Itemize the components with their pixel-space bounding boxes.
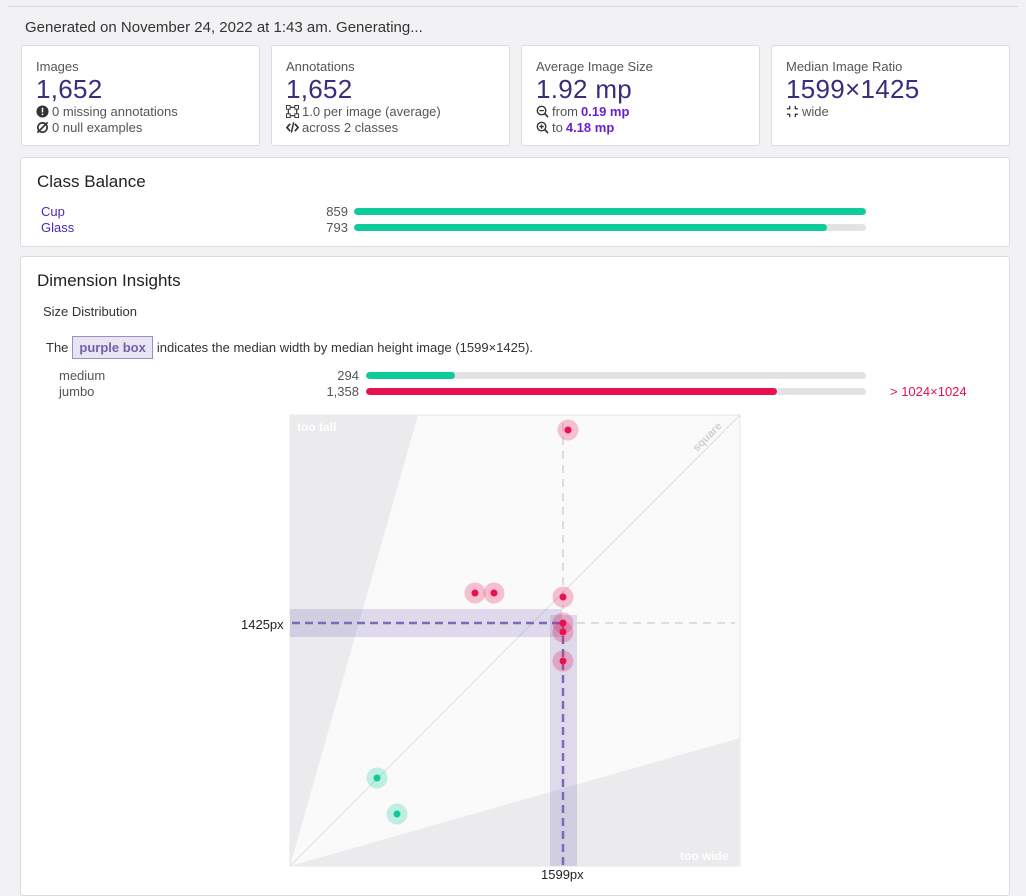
size-bar-track <box>366 372 866 379</box>
size-bar-track <box>366 388 866 395</box>
zoom-out-icon <box>536 105 549 118</box>
size-threshold-note: > 1024×1024 <box>890 384 967 399</box>
median-height-label: 1425px <box>241 617 284 632</box>
class-name-link[interactable]: Glass <box>41 220 74 235</box>
size-bucket-count: 294 <box>337 368 359 383</box>
stat-label: Annotations <box>286 59 355 74</box>
class-count: 859 <box>326 204 348 219</box>
stat-detail: to 4.18 mp <box>536 120 614 135</box>
stat-label: Median Image Ratio <box>786 59 903 74</box>
median-width-label: 1599px <box>541 867 584 882</box>
class-balance-card: Class Balance Cup 859 Glass 793 <box>20 157 1010 247</box>
ratio-text: wide <box>802 104 829 119</box>
min-size-value: 0.19 mp <box>581 104 630 119</box>
class-balance-title: Class Balance <box>37 172 146 191</box>
stat-detail: across 2 classes <box>286 120 398 135</box>
stat-card-images: Images 1,652 0 missing annotations 0 nul… <box>21 45 260 146</box>
size-bucket-name: jumbo <box>59 384 95 399</box>
stat-card-annotations: Annotations 1,652 1.0 per image (average… <box>271 45 510 146</box>
generated-status: Generated on November 24, 2022 at 1:43 a… <box>25 19 423 36</box>
class-name-link[interactable]: Cup <box>41 204 65 219</box>
code-icon <box>286 122 299 133</box>
classes-text: across 2 classes <box>302 120 399 135</box>
class-bar-track <box>354 224 866 231</box>
top-divider <box>8 6 1018 7</box>
max-size-value: 4.18 mp <box>565 120 615 135</box>
missing-annotations-text: 0 missing annotations <box>52 104 178 119</box>
dimension-insights-title: Dimension Insights <box>37 271 181 290</box>
stat-card-median-ratio: Median Image Ratio 1599×1425 wide <box>771 45 1010 146</box>
stat-card-average-size: Average Image Size 1.92 mp from 0.19 mp … <box>521 45 760 146</box>
stat-detail: 0 missing annotations <box>36 104 178 119</box>
stat-value: 1,652 <box>286 74 353 104</box>
stat-label: Images <box>36 59 79 74</box>
stat-detail: wide <box>786 104 829 119</box>
stat-detail: 0 null examples <box>36 120 142 135</box>
max-size-prefix: to <box>552 120 563 135</box>
null-icon <box>36 121 49 134</box>
size-bar-fill <box>366 388 778 395</box>
class-bar-track <box>354 208 866 215</box>
stat-value: 1.92 mp <box>536 74 633 104</box>
zoom-in-icon <box>536 121 549 134</box>
class-bar-fill <box>354 224 827 231</box>
median-legend: The purple box indicates the median widt… <box>46 336 533 359</box>
stat-detail: from 0.19 mp <box>536 104 629 119</box>
bounding-box-icon <box>286 105 299 118</box>
size-distribution-title: Size Distribution <box>43 304 137 319</box>
stat-value: 1,652 <box>36 74 103 104</box>
purple-box-swatch: purple box <box>72 336 153 359</box>
min-size-prefix: from <box>552 104 578 119</box>
size-bucket-name: medium <box>59 368 106 383</box>
dimension-insights-card: Dimension Insights Size Distribution The… <box>20 256 1010 896</box>
legend-prefix: The <box>46 340 69 355</box>
null-examples-text: 0 null examples <box>52 120 143 135</box>
size-bucket-count: 1,358 <box>326 384 359 399</box>
class-bar-fill <box>354 208 866 215</box>
stat-value: 1599×1425 <box>786 74 920 104</box>
compress-icon <box>786 105 799 118</box>
stat-label: Average Image Size <box>536 59 653 74</box>
size-bar-fill <box>366 372 455 379</box>
per-image-text: 1.0 per image (average) <box>302 104 441 119</box>
exclamation-circle-icon <box>36 105 49 118</box>
legend-suffix: indicates the median width by median hei… <box>156 340 534 355</box>
stat-detail: 1.0 per image (average) <box>286 104 441 119</box>
class-count: 793 <box>326 220 348 235</box>
